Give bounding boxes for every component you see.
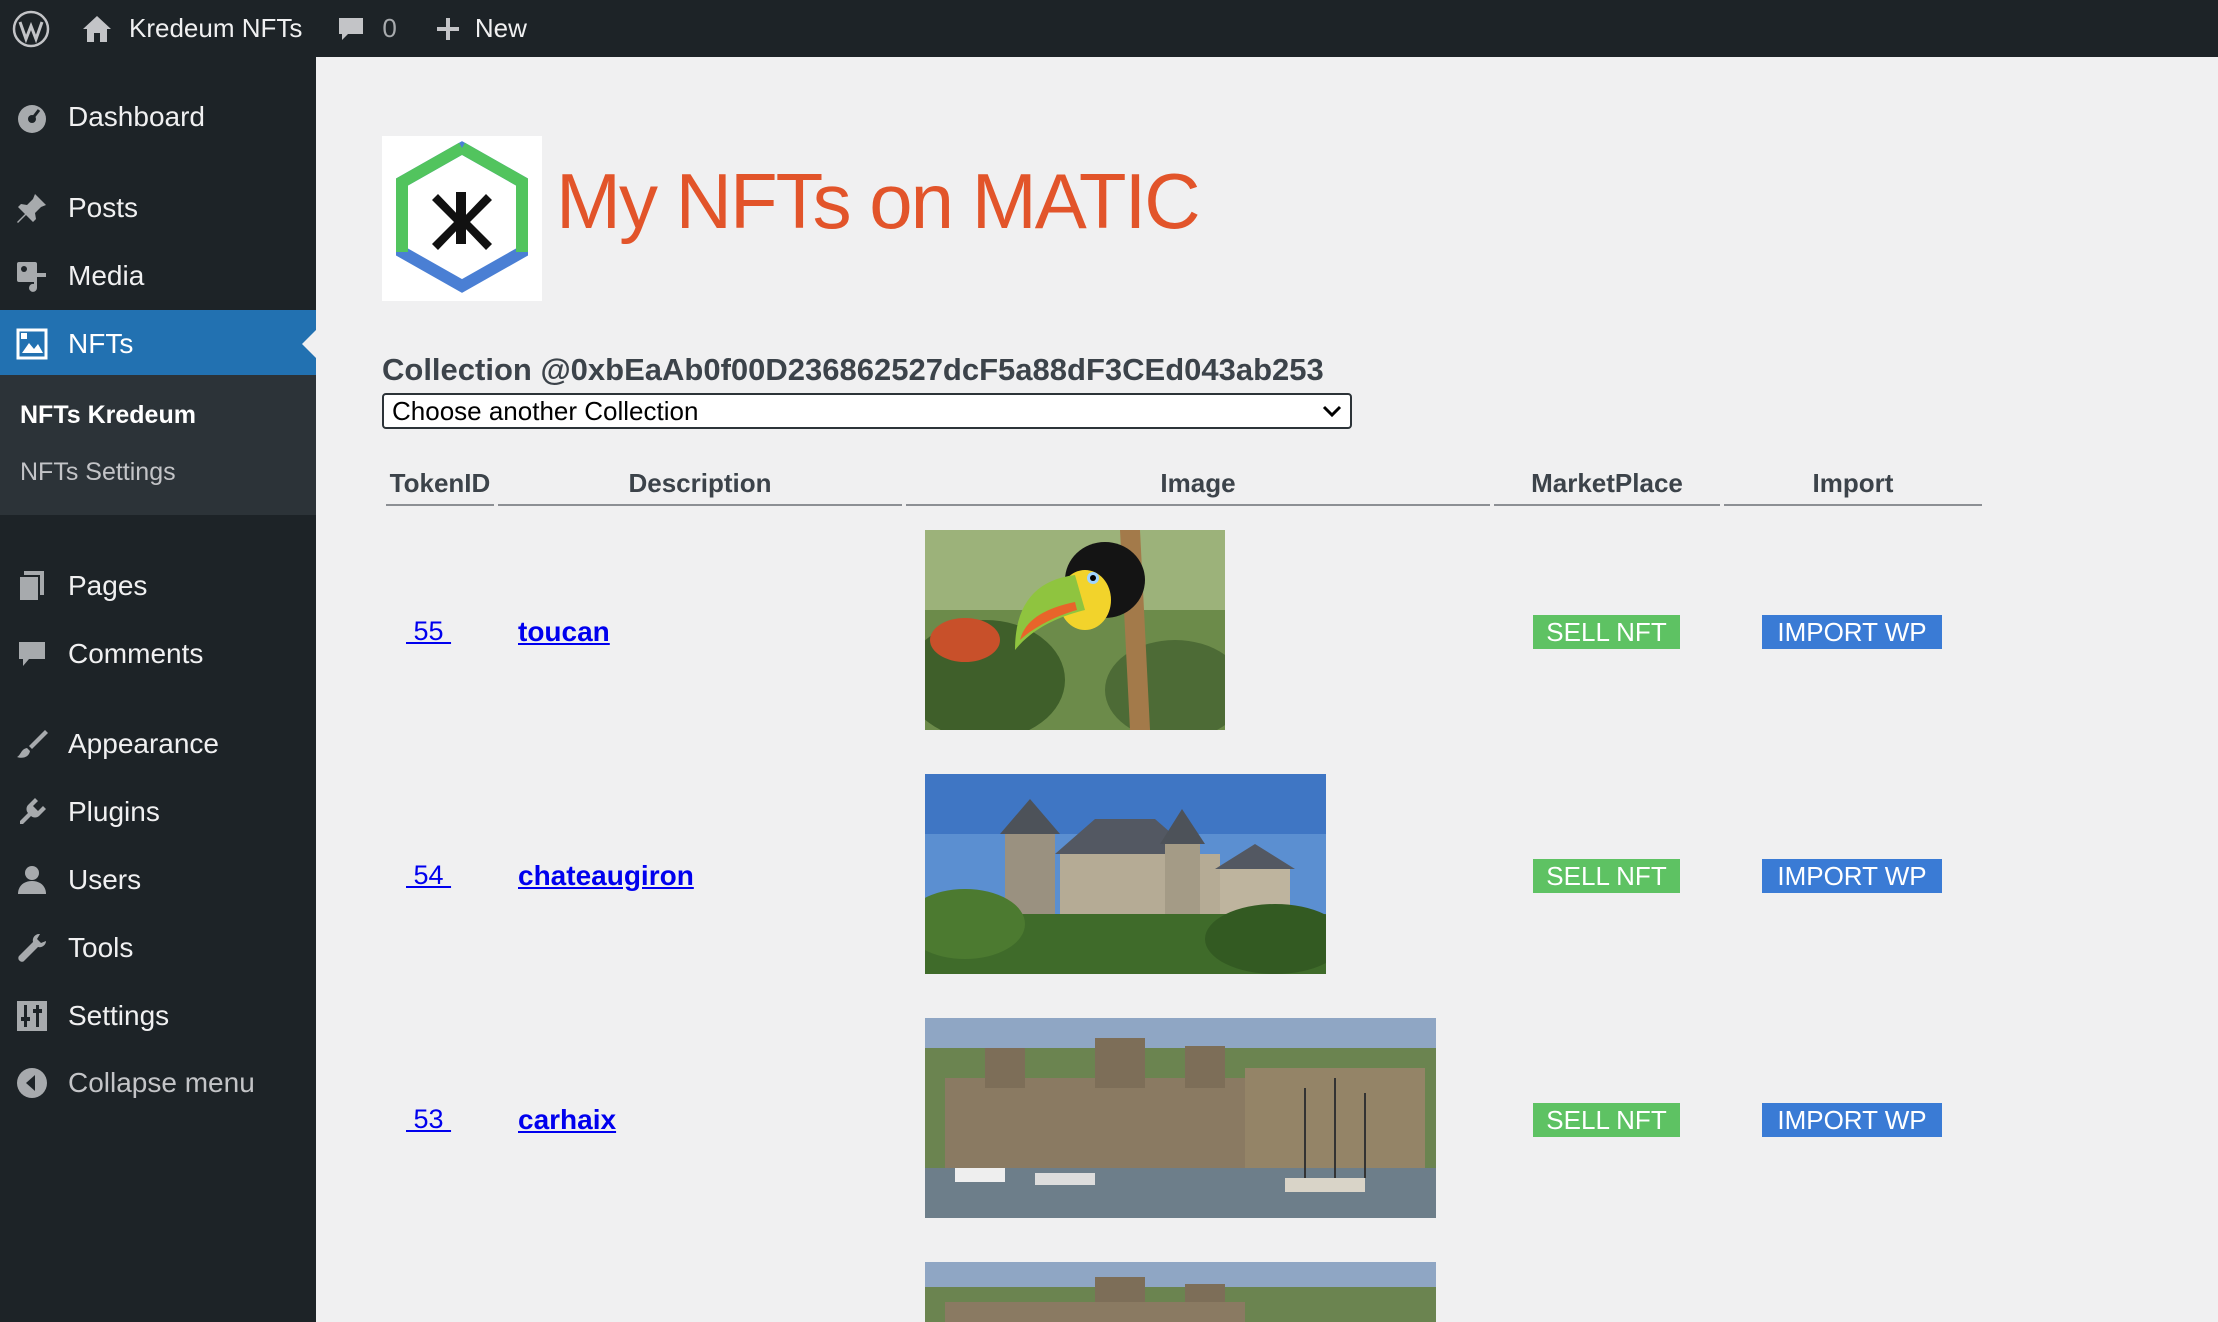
plus-icon — [436, 17, 459, 40]
sell-nft-button[interactable]: SELL NFT — [1533, 1103, 1680, 1137]
menu-label: Comments — [68, 638, 204, 669]
column-header-image: Image — [906, 468, 1490, 506]
sell-nft-button[interactable]: SELL NFT — [1533, 615, 1680, 649]
menu-item-plugins[interactable]: Plugins — [0, 778, 316, 846]
user-icon — [14, 862, 50, 898]
menu-label: Appearance — [68, 728, 220, 759]
description-link[interactable]: carhaix — [518, 1104, 616, 1136]
menu-label: Media — [68, 260, 145, 291]
token-id-link[interactable]: 54 — [406, 860, 451, 891]
wrench-icon — [14, 930, 50, 966]
menu-item-users[interactable]: Users — [0, 846, 316, 914]
menu-label: Plugins — [68, 796, 160, 827]
brush-icon — [14, 726, 50, 762]
menu-item-nfts[interactable]: NFTs — [0, 310, 316, 378]
menu-item-posts[interactable]: Posts — [0, 174, 316, 242]
admin-sidebar: Dashboard Posts Media NFTs NFTs Kredeum … — [0, 57, 316, 1322]
new-label: New — [474, 13, 527, 43]
comment-count: 0 — [382, 13, 397, 43]
nft-image-partial[interactable] — [925, 1262, 1436, 1322]
column-header-import: Import — [1724, 468, 1982, 506]
menu-label: Users — [68, 864, 142, 895]
collection-title: Collection @0xbEaAb0f00D236862527dcF5a88… — [382, 352, 1324, 387]
site-name-label: Kredeum NFTs — [129, 13, 303, 43]
admin-bar: Kredeum NFTs 0 New — [0, 0, 2218, 57]
gallery-icon — [14, 326, 50, 362]
wordpress-logo-icon[interactable] — [0, 0, 62, 57]
kredeum-logo — [382, 136, 542, 301]
column-header-marketplace: MarketPlace — [1494, 468, 1720, 506]
nfts-submenu: NFTs Kredeum NFTs Settings — [0, 375, 316, 515]
nft-image-chateaugiron[interactable] — [925, 774, 1326, 974]
menu-label: Tools — [68, 932, 134, 963]
menu-label: Pages — [68, 570, 148, 601]
dashboard-icon — [14, 99, 50, 135]
menu-item-dashboard[interactable]: Dashboard — [0, 83, 316, 151]
collapse-label: Collapse menu — [68, 1067, 255, 1098]
site-name-link[interactable]: Kredeum NFTs — [81, 0, 302, 57]
menu-label: Dashboard — [68, 101, 205, 132]
menu-item-tools[interactable]: Tools — [0, 914, 316, 982]
pages-icon — [14, 568, 50, 604]
collapse-arrow-icon — [14, 1065, 50, 1101]
submenu-item-nfts-settings[interactable]: NFTs Settings — [20, 458, 176, 487]
current-arrow — [302, 330, 316, 358]
new-content-button[interactable]: New — [435, 0, 527, 57]
comment-icon — [14, 636, 50, 672]
import-wp-button[interactable]: IMPORT WP — [1762, 1103, 1942, 1137]
menu-label: NFTs — [68, 328, 134, 359]
menu-item-appearance[interactable]: Appearance — [0, 710, 316, 778]
token-id-link[interactable]: 55 — [406, 616, 451, 647]
comment-bubble-icon — [339, 17, 364, 40]
chevron-down-icon — [1322, 405, 1342, 418]
pin-icon — [14, 190, 50, 226]
menu-label: Settings — [68, 1000, 170, 1031]
collection-select[interactable]: Choose another Collection — [382, 393, 1352, 429]
page-title: My NFTs on MATIC — [556, 157, 1201, 245]
home-icon — [83, 15, 111, 42]
description-link[interactable]: chateaugiron — [518, 860, 694, 892]
column-header-tokenid: TokenID — [386, 468, 494, 506]
settings-icon — [14, 998, 50, 1034]
nft-image-carhaix[interactable] — [925, 1018, 1436, 1218]
media-icon — [14, 258, 50, 294]
description-link[interactable]: toucan — [518, 616, 610, 648]
collapse-menu-button[interactable]: Collapse menu — [0, 1049, 316, 1117]
menu-item-comments[interactable]: Comments — [0, 620, 316, 688]
column-header-description: Description — [498, 468, 902, 506]
menu-item-pages[interactable]: Pages — [0, 552, 316, 620]
menu-label: Posts — [68, 192, 139, 223]
import-wp-button[interactable]: IMPORT WP — [1762, 615, 1942, 649]
plugin-icon — [14, 794, 50, 830]
collection-select-value: Choose another Collection — [392, 395, 699, 426]
submenu-item-nfts-kredeum[interactable]: NFTs Kredeum — [20, 401, 196, 430]
nft-image-toucan[interactable] — [925, 530, 1225, 730]
comments-link[interactable]: 0 — [336, 0, 397, 57]
import-wp-button[interactable]: IMPORT WP — [1762, 859, 1942, 893]
token-id-link[interactable]: 53 — [406, 1104, 451, 1135]
menu-item-settings[interactable]: Settings — [0, 982, 316, 1050]
sell-nft-button[interactable]: SELL NFT — [1533, 859, 1680, 893]
menu-item-media[interactable]: Media — [0, 242, 316, 310]
